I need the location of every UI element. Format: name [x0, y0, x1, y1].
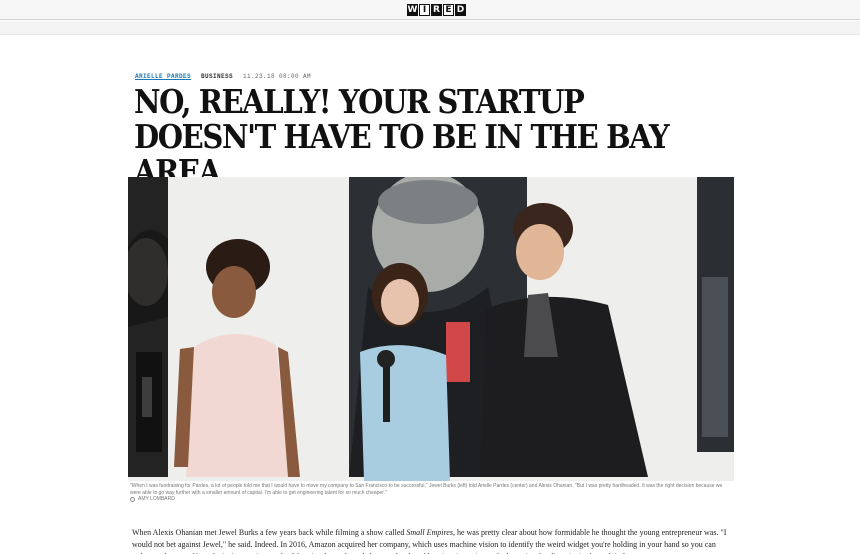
- camera-icon: [130, 497, 135, 502]
- article-body: When Alexis Ohanian met Jewel Burks a fe…: [132, 527, 732, 554]
- lead-photo[interactable]: [128, 177, 734, 481]
- logo-letter: R: [431, 4, 442, 16]
- photo-credit: AMY LOMBARD: [130, 496, 175, 503]
- author-link[interactable]: ARIELLE PARDES: [135, 73, 191, 81]
- show-title: Small Empires: [406, 528, 453, 537]
- photo-credit-text: AMY LOMBARD: [138, 496, 175, 502]
- photo-caption: "When I was fundraising for Pardes, a lo…: [130, 483, 723, 496]
- section-link[interactable]: BUSINESS: [201, 73, 233, 81]
- wired-logo[interactable]: W I R E D: [407, 4, 466, 16]
- article-meta: ARIELLE PARDES BUSINESS 11.23.18 08:00 A…: [135, 73, 311, 81]
- body-intro: When Alexis Ohanian met Jewel Burks a fe…: [132, 528, 407, 537]
- logo-letter: W: [407, 4, 418, 16]
- logo-letter: D: [455, 4, 466, 16]
- site-header: W I R E D: [0, 0, 860, 20]
- logo-letter: E: [443, 4, 454, 16]
- lead-photo-illustration: [128, 177, 734, 481]
- logo-letter: I: [419, 4, 430, 16]
- header-subbar: [0, 21, 860, 35]
- article-headline: NO, REALLY! YOUR STARTUP DOESN'T HAVE TO…: [134, 82, 670, 191]
- publish-date: 11.23.18 08:00 AM: [243, 73, 312, 80]
